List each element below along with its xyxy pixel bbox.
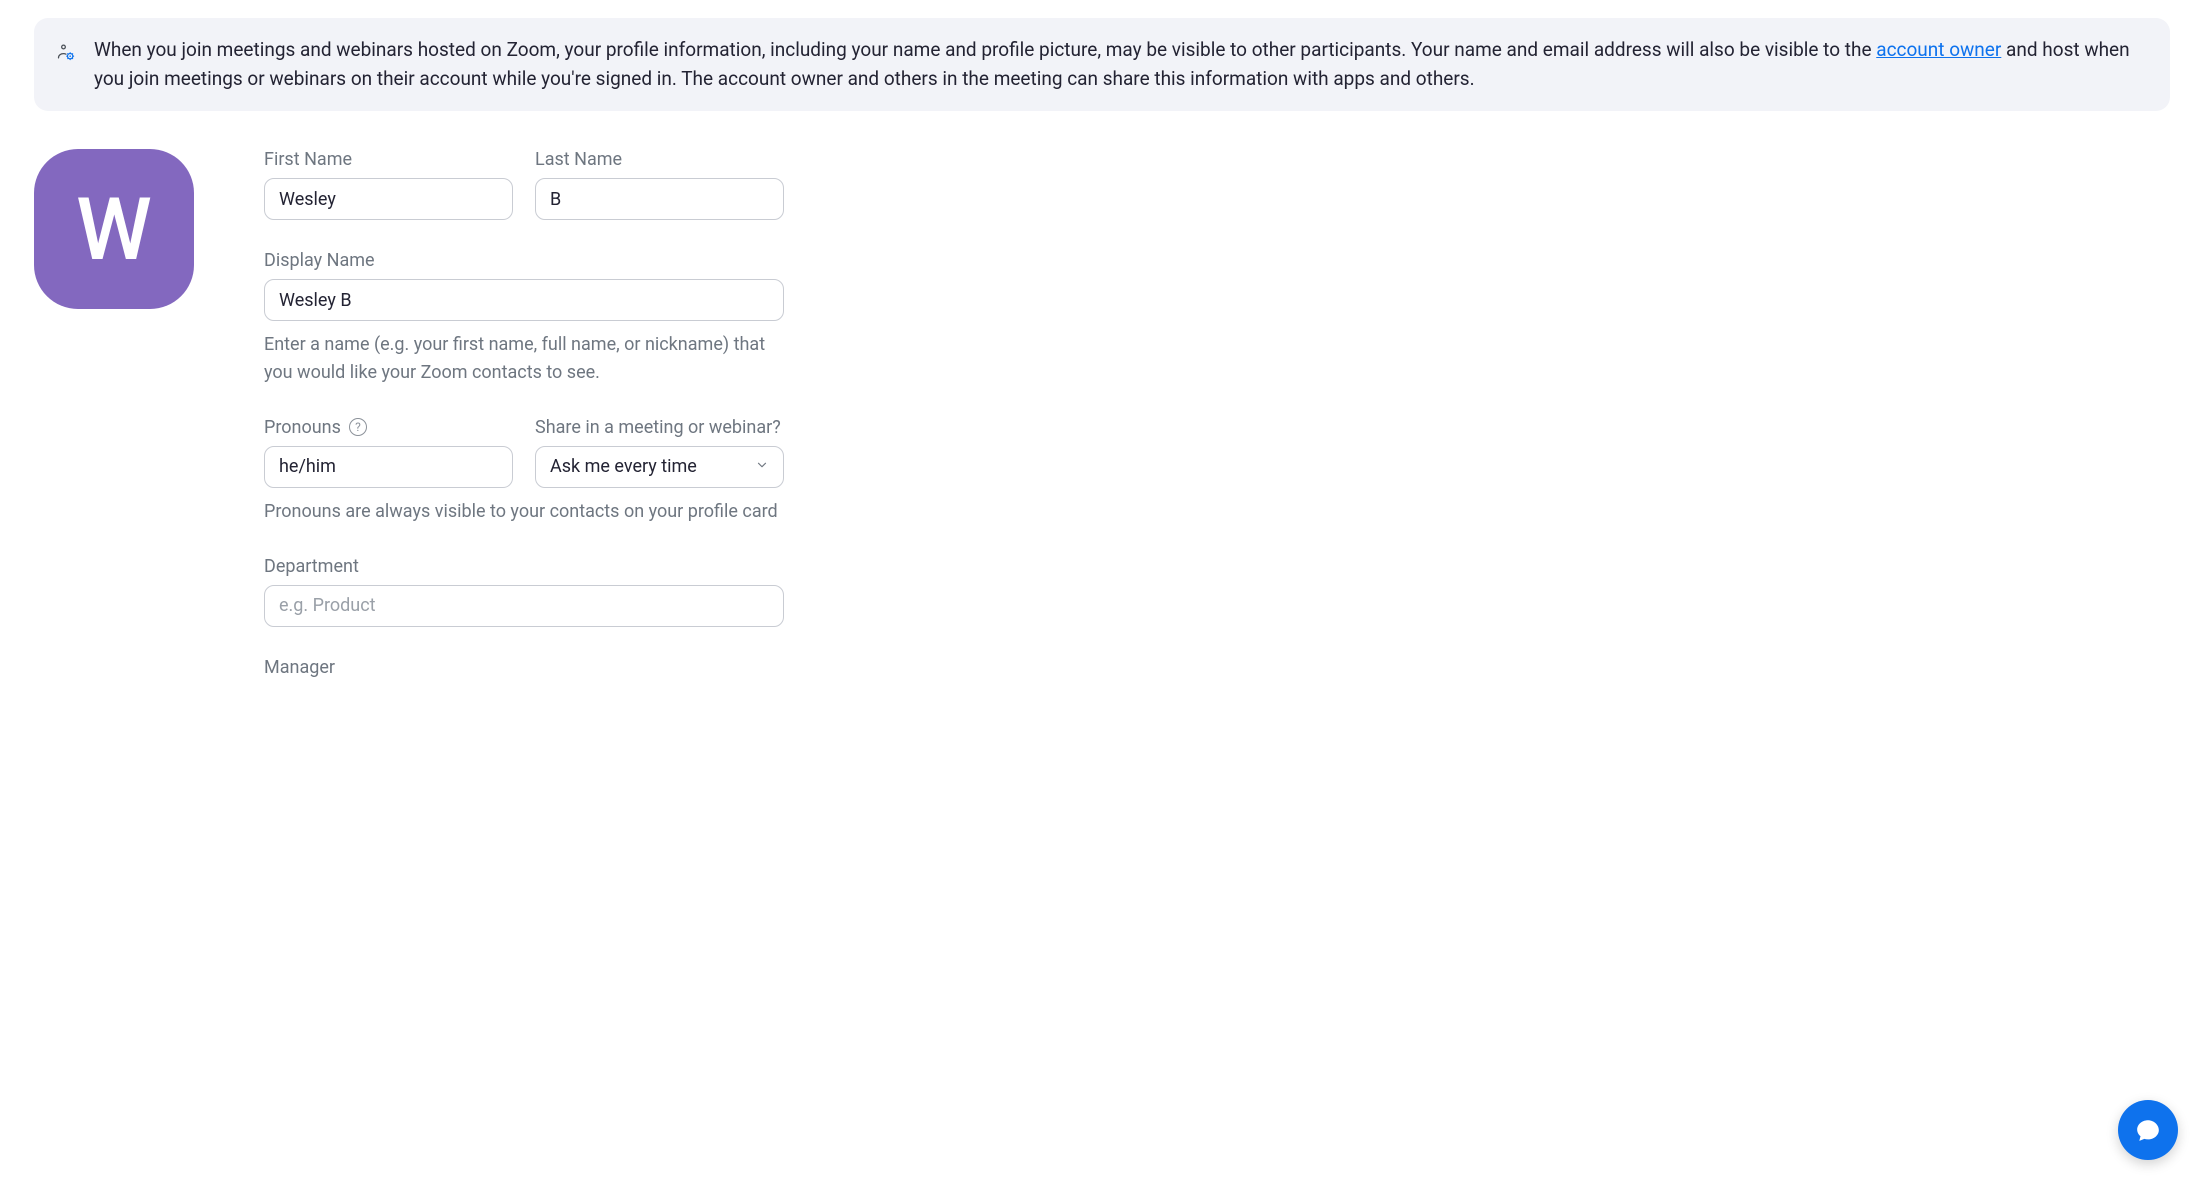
chat-button[interactable] [2118,1100,2178,1160]
last-name-input[interactable] [535,178,784,220]
department-label: Department [264,556,784,577]
pronouns-helper: Pronouns are always visible to your cont… [264,498,784,526]
pronouns-share-select[interactable]: Ask me every time [535,446,784,488]
display-name-label: Display Name [264,250,784,271]
person-gear-icon [56,42,76,62]
notice-text: When you join meetings and webinars host… [94,36,2144,93]
pronouns-label: Pronouns ? [264,417,513,438]
pronouns-share-value: Ask me every time [550,456,697,477]
display-name-input[interactable] [264,279,784,321]
manager-label: Manager [264,657,784,678]
chat-icon [2135,1117,2161,1143]
pronouns-input[interactable] [264,446,513,488]
profile-form: First Name Last Name Display Name Enter … [264,149,784,686]
first-name-input[interactable] [264,178,513,220]
avatar-initial: W [76,179,152,280]
profile-privacy-notice: When you join meetings and webinars host… [34,18,2170,111]
account-owner-link[interactable]: account owner [1876,38,2001,61]
department-input[interactable] [264,585,784,627]
first-name-label: First Name [264,149,513,170]
display-name-helper: Enter a name (e.g. your first name, full… [264,331,784,387]
avatar[interactable]: W [34,149,194,309]
pronouns-share-label: Share in a meeting or webinar? [535,417,784,438]
help-icon[interactable]: ? [349,418,367,436]
chevron-down-icon [755,456,769,477]
last-name-label: Last Name [535,149,784,170]
